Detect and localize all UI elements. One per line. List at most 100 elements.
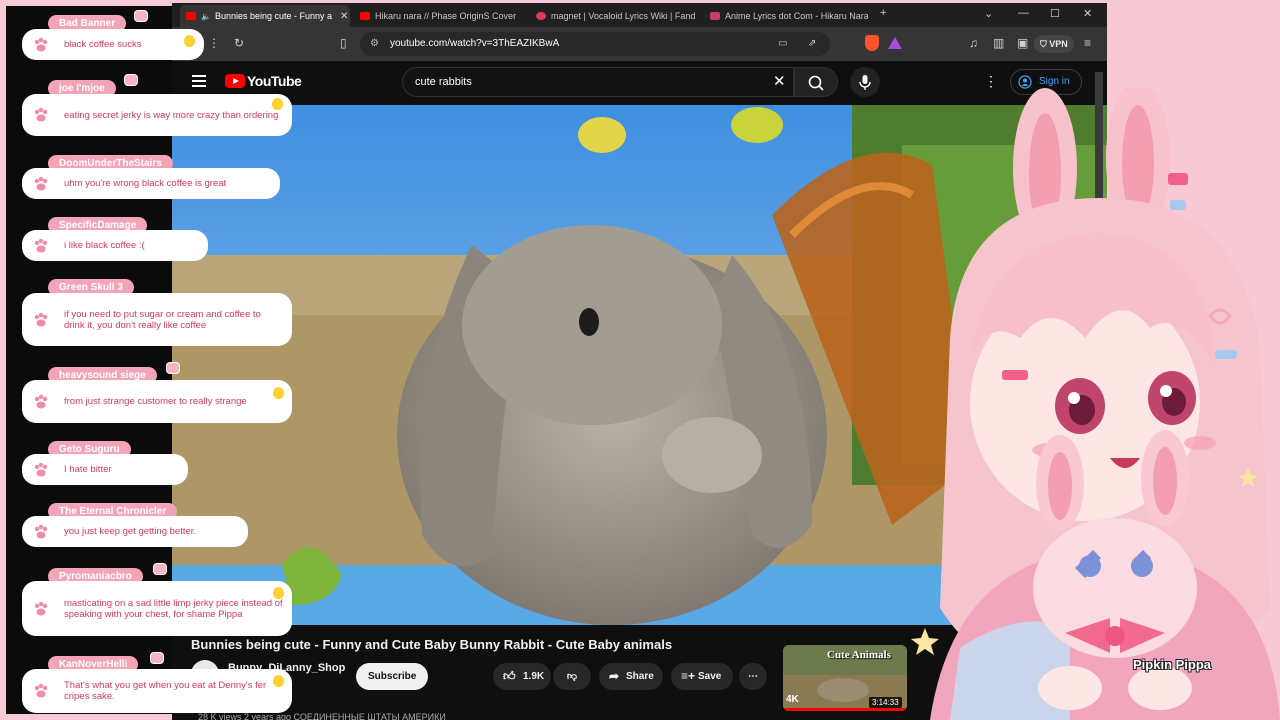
wallet-icon[interactable]: ▣ <box>1017 36 1028 50</box>
youtube-play-icon <box>225 74 245 88</box>
paw-icon <box>34 37 48 51</box>
maximize-icon[interactable]: ☐ <box>1050 7 1060 20</box>
hamburger-menu-icon[interactable] <box>192 75 206 87</box>
fandom-favicon-icon <box>536 12 546 20</box>
anime-lyrics-favicon-icon <box>710 12 720 20</box>
like-count: 1.9K <box>523 671 545 682</box>
paw-icon <box>34 462 48 476</box>
chat-bubble: if you need to put sugar or cream and co… <box>22 293 292 346</box>
bookmark-icon[interactable]: ▯ <box>340 36 347 50</box>
minimize-icon[interactable]: — <box>1018 7 1029 19</box>
share-page-icon[interactable]: ⇗ <box>808 32 816 56</box>
tab-anime-lyrics[interactable]: Anime Lyrics dot Com - Hikaru Nara <box>704 5 868 27</box>
paw-icon <box>34 524 48 538</box>
lemon-emote-icon <box>273 675 284 687</box>
chat-bubble: you just keep get getting better. <box>22 516 248 547</box>
tab-search-icon[interactable]: ⌄ <box>984 7 993 20</box>
vpn-button[interactable]: ⛉ VPN <box>1034 35 1074 53</box>
lemon-emote-icon <box>273 387 284 399</box>
quality-badge: 4K <box>786 694 799 705</box>
chat-text: masticating on a sad little limp jerky p… <box>64 597 283 620</box>
thumbs-down-icon: 👎︎ <box>566 671 578 682</box>
save-button[interactable]: ≡+ Save <box>671 663 733 690</box>
account-icon <box>1018 75 1032 89</box>
search-value: cute rabbits <box>415 76 472 88</box>
youtube-favicon-icon <box>186 12 196 20</box>
close-tab-icon[interactable]: ✕ <box>332 11 348 22</box>
share-arrow-icon: ➦ <box>609 669 620 683</box>
address-toolbar: ⋮ ↻ ▯ ⚙ youtube.com/watch?v=3ThEAZIKBwA … <box>172 27 1107 61</box>
lemon-emote-icon <box>184 35 195 47</box>
tab-title: Bunnies being cute - Funny a <box>214 11 333 21</box>
paw-icon <box>34 107 48 122</box>
share-label: Share <box>626 671 654 682</box>
paw-icon <box>34 683 48 698</box>
sidebar-icon[interactable]: ▥ <box>993 36 1004 50</box>
like-button[interactable]: 👍︎ 1.9K <box>493 663 551 690</box>
dislike-button[interactable]: 👎︎ <box>553 663 591 690</box>
chat-text: That's what you get when you eat at Denn… <box>64 680 267 702</box>
tab-title: magnet | Vocaloid Lyrics Wiki | Fand <box>551 11 696 21</box>
chat-bubble: I hate bitter <box>22 454 188 485</box>
music-icon[interactable]: ♫ <box>969 36 978 50</box>
chat-text: I hate bitter <box>64 464 112 475</box>
youtube-wordmark: YouTube <box>247 73 302 89</box>
tab-hikaru-nara[interactable]: Hikaru nara // Phase OriginS Cover <box>354 5 526 27</box>
tab-magnet-wiki[interactable]: magnet | Vocaloid Lyrics Wiki | Fand <box>530 5 702 27</box>
chat-text: black coffee sucks <box>64 39 142 50</box>
cast-icon[interactable]: ▭ <box>778 32 787 56</box>
paw-icon <box>34 394 48 408</box>
paw-icon <box>34 176 48 190</box>
member-badge-icon <box>150 652 164 664</box>
close-window-icon[interactable]: ✕ <box>1083 7 1092 20</box>
vpn-shield-icon: ⛉ <box>1040 39 1050 49</box>
tab-title: Anime Lyrics dot Com - Hikaru Nara <box>725 11 868 21</box>
video-metadata: 28 K views 2 years ago СОЕДИНЕННЫЕ ШТАТЫ… <box>198 712 446 720</box>
url-text: youtube.com/watch?v=3ThEAZIKBwA <box>390 38 560 49</box>
reload-icon[interactable]: ↻ <box>234 36 244 50</box>
tab-bunnies[interactable]: 🔈 Bunnies being cute - Funny a ✕ <box>180 5 350 27</box>
chat-text: uhm you're wrong black coffee is great <box>64 178 227 189</box>
address-bar[interactable]: ⚙ youtube.com/watch?v=3ThEAZIKBwA ⇗ ▭ <box>360 32 830 56</box>
save-label: Save <box>698 671 722 682</box>
bunny-girl-avatar-illustration <box>911 88 1280 720</box>
search-input[interactable]: cute rabbits ✕ <box>402 67 794 97</box>
youtube-favicon-icon <box>360 12 370 20</box>
sign-in-label: Sign in <box>1039 76 1070 87</box>
lemon-emote-icon <box>272 98 283 110</box>
lemon-emote-icon <box>273 587 284 599</box>
chat-text: from just strange customer to really str… <box>64 396 247 407</box>
chat-text: if you need to put sugar or cream and co… <box>64 308 261 331</box>
brave-rewards-icon[interactable] <box>888 37 902 49</box>
main-menu-icon[interactable]: ≡ <box>1084 36 1091 50</box>
vpn-label: VPN <box>1049 39 1068 49</box>
member-badge-icon <box>124 74 138 86</box>
chat-text: eating secret jerky is way more crazy th… <box>64 109 279 121</box>
more-horizontal-icon: ⋯ <box>748 671 758 682</box>
share-button[interactable]: ➦ Share <box>599 663 663 690</box>
streamer-name: Pipkin Pippa <box>1133 657 1212 672</box>
new-tab-icon[interactable]: + <box>880 7 886 19</box>
thumbs-up-icon: 👍︎ <box>503 669 516 683</box>
youtube-logo[interactable]: YouTube <box>225 73 302 89</box>
tab-title: Hikaru nara // Phase OriginS Cover <box>375 11 517 21</box>
clear-search-icon[interactable]: ✕ <box>773 68 786 96</box>
paw-icon <box>34 312 48 326</box>
brave-shield-icon[interactable] <box>865 35 879 51</box>
more-menu-icon[interactable]: ⋮ <box>208 36 220 50</box>
chat-bubble: i like black coffee :( <box>22 230 208 261</box>
paw-icon <box>34 601 48 615</box>
add-playlist-icon: ≡+ <box>681 669 696 683</box>
member-badge-icon <box>153 563 167 575</box>
tab-bar: 🔈 Bunnies being cute - Funny a ✕ Hikaru … <box>172 3 1107 27</box>
vtuber-avatar <box>870 88 1280 720</box>
speaker-icon: 🔈 <box>201 11 211 21</box>
more-actions-button[interactable]: ⋯ <box>739 663 767 690</box>
chat-bubble: eating secret jerky is way more crazy th… <box>22 94 292 136</box>
stream-layout: 🔈 Bunnies being cute - Funny a ✕ Hikaru … <box>0 0 1280 720</box>
chat-text: you just keep get getting better. <box>64 526 197 537</box>
chat-bubble: black coffee sucks <box>22 29 204 60</box>
search-button[interactable] <box>794 67 838 97</box>
site-info-icon[interactable]: ⚙ <box>370 32 379 56</box>
subscribe-button[interactable]: Subscribe <box>356 663 429 690</box>
